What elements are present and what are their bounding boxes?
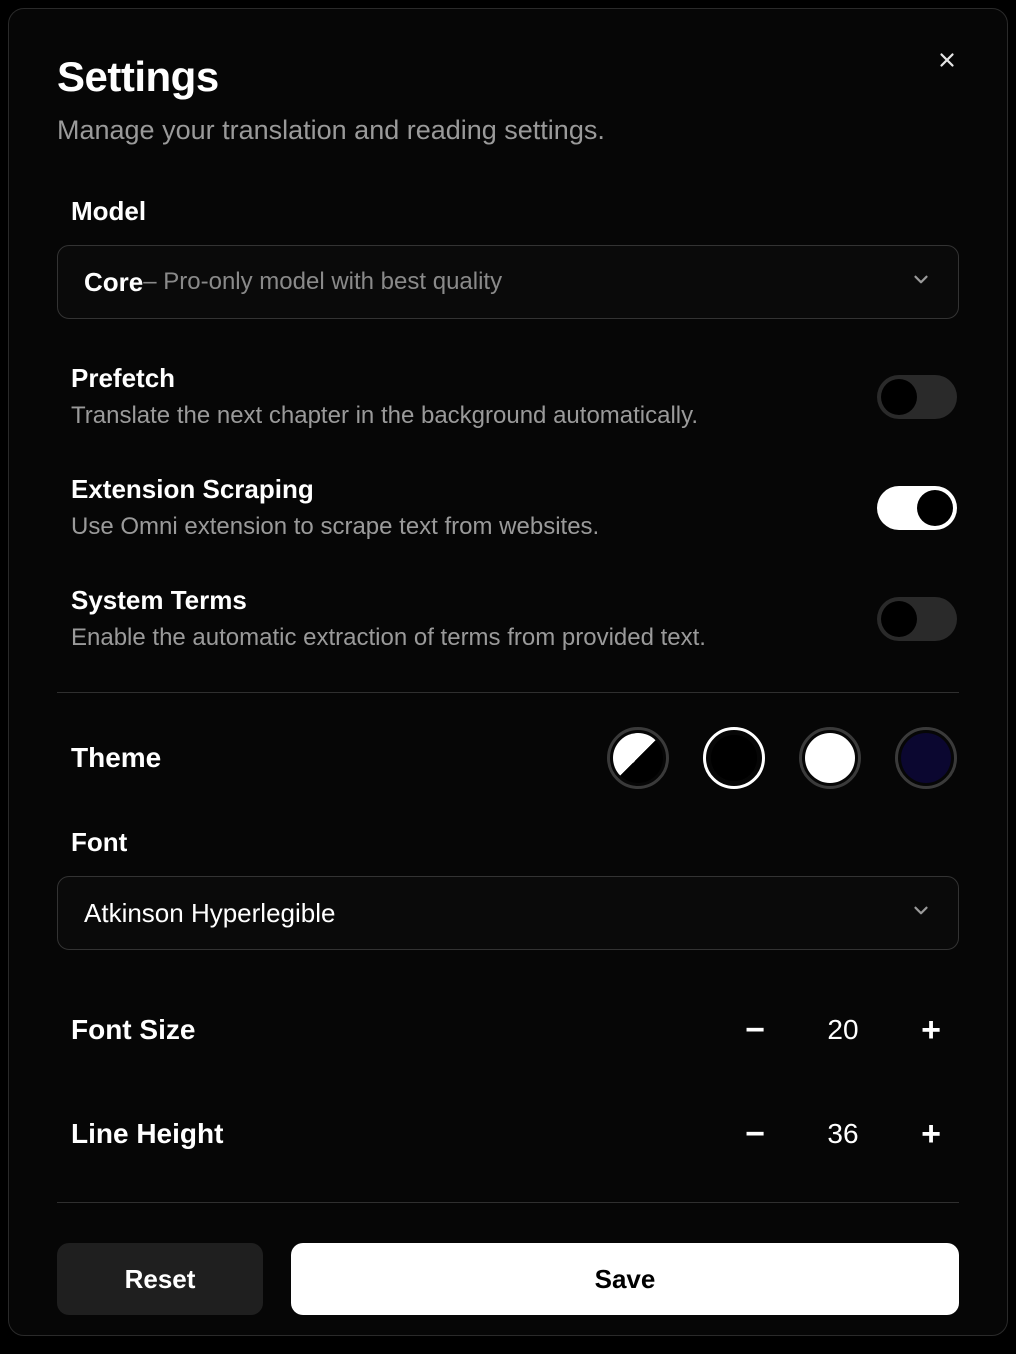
prefetch-desc: Translate the next chapter in the backgr…: [71, 402, 698, 430]
close-button[interactable]: [931, 45, 963, 77]
line-height-value: 36: [821, 1118, 865, 1150]
prefetch-row: Prefetch Translate the next chapter in t…: [57, 363, 959, 430]
font-selected: Atkinson Hyperlegible: [84, 898, 335, 929]
swatch-color: [613, 733, 663, 783]
theme-swatch-system[interactable]: [607, 727, 669, 789]
font-label: Font: [71, 827, 959, 858]
toggle-knob: [881, 379, 917, 415]
system-terms-title: System Terms: [71, 585, 706, 616]
toggle-knob: [881, 601, 917, 637]
line-height-stepper: − 36 +: [731, 1110, 955, 1158]
font-size-decrease-button[interactable]: −: [731, 1006, 779, 1054]
line-height-label: Line Height: [71, 1118, 223, 1150]
minus-icon: −: [745, 1115, 765, 1154]
reset-button[interactable]: Reset: [57, 1243, 263, 1315]
minus-icon: −: [745, 1011, 765, 1050]
system-terms-toggle[interactable]: [877, 597, 957, 641]
model-label: Model: [71, 196, 959, 227]
prefetch-title: Prefetch: [71, 363, 698, 394]
line-height-row: Line Height − 36 +: [57, 1110, 959, 1158]
save-button[interactable]: Save: [291, 1243, 959, 1315]
theme-swatch-dark[interactable]: [703, 727, 765, 789]
extension-title: Extension Scraping: [71, 474, 599, 505]
model-select[interactable]: Core – Pro-only model with best quality: [57, 245, 959, 319]
font-size-row: Font Size − 20 +: [57, 1006, 959, 1054]
plus-icon: +: [921, 1115, 941, 1154]
toggle-knob: [917, 490, 953, 526]
divider: [57, 1202, 959, 1203]
divider: [57, 692, 959, 693]
theme-row: Theme: [57, 727, 959, 789]
theme-label: Theme: [71, 742, 161, 774]
extension-desc: Use Omni extension to scrape text from w…: [71, 513, 599, 541]
font-size-increase-button[interactable]: +: [907, 1006, 955, 1054]
font-size-stepper: − 20 +: [731, 1006, 955, 1054]
line-height-increase-button[interactable]: +: [907, 1110, 955, 1158]
system-terms-row: System Terms Enable the automatic extrac…: [57, 585, 959, 652]
prefetch-toggle[interactable]: [877, 375, 957, 419]
extension-toggle[interactable]: [877, 486, 957, 530]
chevron-down-icon: [910, 900, 932, 927]
model-selected-desc: – Pro-only model with best quality: [143, 268, 502, 296]
swatch-color: [901, 733, 951, 783]
settings-dialog: Settings Manage your translation and rea…: [8, 8, 1008, 1336]
plus-icon: +: [921, 1011, 941, 1050]
model-selected-name: Core: [84, 267, 143, 298]
font-select[interactable]: Atkinson Hyperlegible: [57, 876, 959, 950]
extension-row: Extension Scraping Use Omni extension to…: [57, 474, 959, 541]
dialog-subtitle: Manage your translation and reading sett…: [57, 115, 959, 146]
swatch-color: [711, 735, 757, 781]
dialog-footer: Reset Save: [57, 1243, 959, 1315]
line-height-decrease-button[interactable]: −: [731, 1110, 779, 1158]
dialog-title: Settings: [57, 53, 959, 101]
system-terms-desc: Enable the automatic extraction of terms…: [71, 624, 706, 652]
theme-swatch-light[interactable]: [799, 727, 861, 789]
font-size-label: Font Size: [71, 1014, 195, 1046]
theme-swatch-navy[interactable]: [895, 727, 957, 789]
chevron-down-icon: [910, 269, 932, 296]
font-size-value: 20: [821, 1014, 865, 1046]
swatch-color: [805, 733, 855, 783]
theme-swatches: [607, 727, 957, 789]
close-icon: [936, 49, 958, 74]
